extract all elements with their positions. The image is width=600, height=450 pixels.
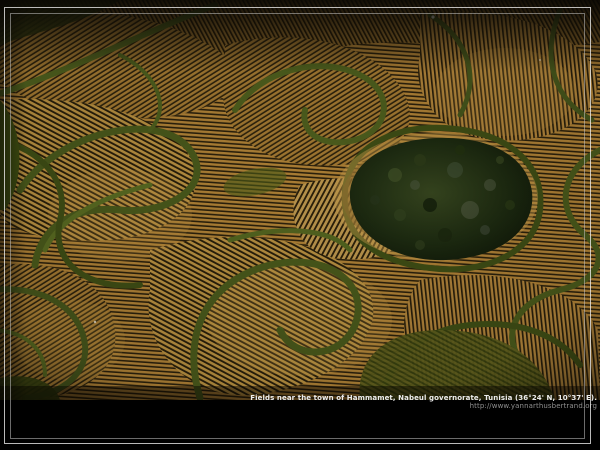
caption-url: http://www.yannarthusbertrand.org xyxy=(250,402,597,410)
photo-caption: Fields near the town of Hammamet, Nabeul… xyxy=(250,394,597,410)
aerial-photo-fields xyxy=(0,0,600,400)
wallpaper-canvas: Fields near the town of Hammamet, Nabeul… xyxy=(0,0,600,450)
caption-title: Fields near the town of Hammamet, Nabeul… xyxy=(250,394,597,402)
photo-shading xyxy=(0,0,600,400)
